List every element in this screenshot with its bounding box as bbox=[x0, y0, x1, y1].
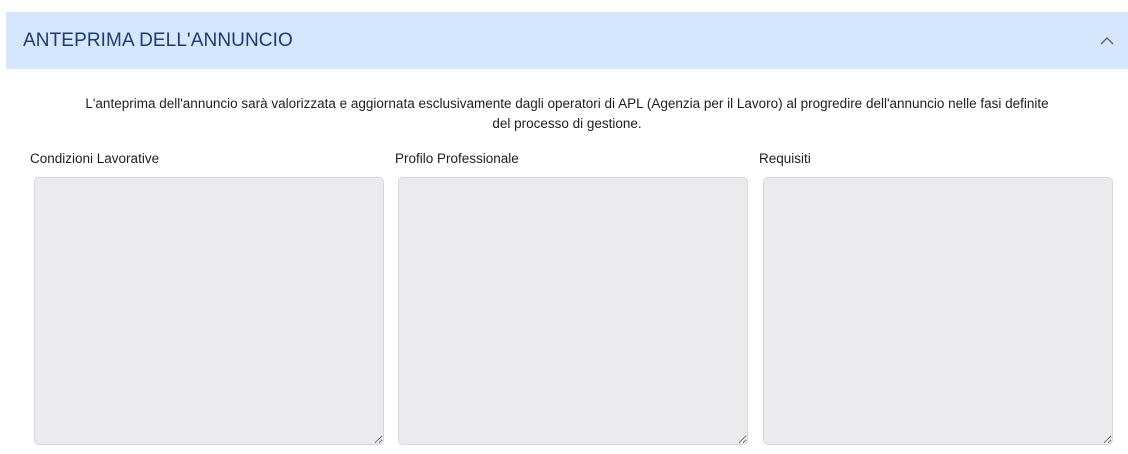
label-condizioni-lavorative: Condizioni Lavorative bbox=[30, 151, 160, 166]
notice-line-1: L'anteprima dell'annuncio sarà valorizza… bbox=[85, 96, 1049, 111]
panel-title: ANTEPRIMA DELL'ANNUNCIO bbox=[23, 29, 293, 51]
panel-header[interactable]: ANTEPRIMA DELL'ANNUNCIO bbox=[6, 12, 1128, 69]
requisiti-textarea[interactable] bbox=[763, 177, 1113, 445]
condizioni-lavorative-textarea[interactable] bbox=[34, 177, 384, 445]
preview-panel: ANTEPRIMA DELL'ANNUNCIO L'anteprima dell… bbox=[6, 12, 1128, 454]
profilo-professionale-textarea[interactable] bbox=[398, 177, 748, 445]
label-profilo-professionale: Profilo Professionale bbox=[395, 151, 519, 166]
collapse-button[interactable] bbox=[1096, 30, 1118, 52]
chevron-up-icon bbox=[1100, 37, 1114, 45]
notice-text: L'anteprima dell'annuncio sarà valorizza… bbox=[6, 94, 1128, 134]
label-requisiti: Requisiti bbox=[759, 151, 811, 166]
notice-line-2: del processo di gestione. bbox=[492, 116, 642, 131]
